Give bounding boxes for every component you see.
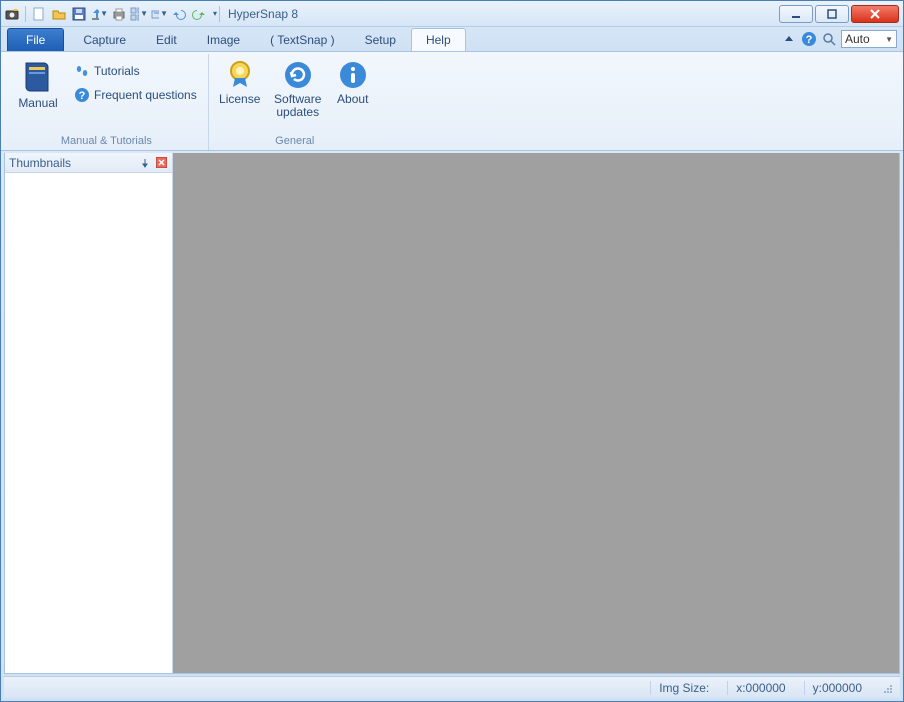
status-x: x:000000 [727, 681, 793, 695]
group-label: Manual & Tutorials [11, 133, 202, 150]
thumbnails-panel: Thumbnails [5, 153, 173, 673]
help-icon[interactable]: ? [801, 31, 817, 47]
titlebar: ▼ ▼ ▼ ▾ HyperSnap 8 [1, 1, 903, 27]
dropdown-arrow-icon: ▼ [100, 9, 108, 18]
info-circle-icon [337, 59, 369, 91]
close-button[interactable] [851, 5, 899, 23]
search-icon[interactable] [821, 31, 837, 47]
footsteps-icon [74, 63, 90, 79]
close-panel-icon[interactable] [154, 156, 168, 170]
refresh-circle-icon [282, 59, 314, 91]
svg-text:?: ? [806, 34, 813, 46]
new-icon[interactable] [30, 5, 48, 23]
app-title: HyperSnap 8 [228, 7, 298, 21]
thumbnails-body[interactable] [5, 173, 172, 673]
software-updates-button[interactable]: Softwareupdates [269, 56, 327, 122]
tutorials-label: Tutorials [94, 64, 140, 78]
ribbon-group-manual-tutorials: Manual Tutorials ? Frequent questions Ma… [5, 54, 209, 150]
canvas-area[interactable] [173, 153, 899, 673]
zoom-value: Auto [845, 32, 870, 46]
camera-icon[interactable] [3, 5, 21, 23]
ribbon-group-general: License Softwareupdates About General [209, 54, 381, 150]
thumbnails-header: Thumbnails [5, 153, 172, 173]
manual-label: Manual [18, 97, 57, 110]
manual-button[interactable]: Manual [11, 56, 65, 113]
redo-icon[interactable] [190, 5, 208, 23]
tab-image[interactable]: Image [192, 28, 255, 51]
window-controls [779, 5, 901, 23]
tab-help[interactable]: Help [411, 28, 466, 51]
quick-access-toolbar: ▼ ▼ ▼ ▾ [3, 5, 217, 23]
maximize-button[interactable] [815, 5, 849, 23]
thumbnails-icon[interactable]: ▼ [130, 5, 148, 23]
print-icon[interactable] [110, 5, 128, 23]
status-imgsize: Img Size: [650, 681, 717, 695]
faq-label: Frequent questions [94, 88, 197, 102]
license-button[interactable]: License [215, 56, 265, 109]
tabstrip-right: ? Auto ▼ [781, 27, 903, 51]
qat-customize-dropdown[interactable]: ▾ [213, 9, 217, 18]
tab-file[interactable]: File [7, 28, 64, 51]
content-area: Thumbnails [4, 153, 900, 674]
book-icon [22, 59, 54, 95]
thumbnails-title: Thumbnails [9, 156, 71, 170]
tab-edit[interactable]: Edit [141, 28, 192, 51]
faq-button[interactable]: ? Frequent questions [69, 84, 202, 106]
separator [25, 6, 26, 22]
question-circle-icon: ? [74, 87, 90, 103]
tab-textsnap[interactable]: ( TextSnap ) [255, 28, 349, 51]
about-label: About [337, 93, 368, 106]
status-y: y:000000 [804, 681, 870, 695]
about-button[interactable]: About [331, 56, 375, 109]
minimize-button[interactable] [779, 5, 813, 23]
dropdown-arrow-icon: ▼ [140, 9, 148, 18]
svg-text:?: ? [79, 90, 86, 102]
tab-setup[interactable]: Setup [350, 28, 411, 51]
updates-label: Softwareupdates [274, 93, 321, 119]
scanner-icon[interactable]: ▼ [150, 5, 168, 23]
pin-icon[interactable] [138, 156, 152, 170]
statusbar: Img Size: x:000000 y:000000 [4, 676, 900, 698]
undo-icon[interactable] [170, 5, 188, 23]
dropdown-arrow-icon: ▼ [160, 9, 168, 18]
ribbon-tabs: File Capture Edit Image ( TextSnap ) Set… [1, 27, 903, 51]
open-icon[interactable] [50, 5, 68, 23]
award-icon [224, 59, 256, 91]
upload-icon[interactable]: ▼ [90, 5, 108, 23]
license-label: License [219, 93, 260, 106]
separator [219, 6, 220, 22]
ribbon: Manual Tutorials ? Frequent questions Ma… [1, 51, 903, 151]
save-icon[interactable] [70, 5, 88, 23]
collapse-ribbon-icon[interactable] [781, 31, 797, 47]
app-window: ▼ ▼ ▼ ▾ HyperSnap 8 File Capture Edit Im… [0, 0, 904, 702]
tutorials-button[interactable]: Tutorials [69, 60, 202, 82]
zoom-combo[interactable]: Auto ▼ [841, 30, 897, 48]
tab-capture[interactable]: Capture [68, 28, 141, 51]
resize-grip-icon[interactable] [880, 681, 894, 695]
dropdown-arrow-icon: ▼ [885, 35, 893, 44]
group-label: General [215, 133, 375, 150]
